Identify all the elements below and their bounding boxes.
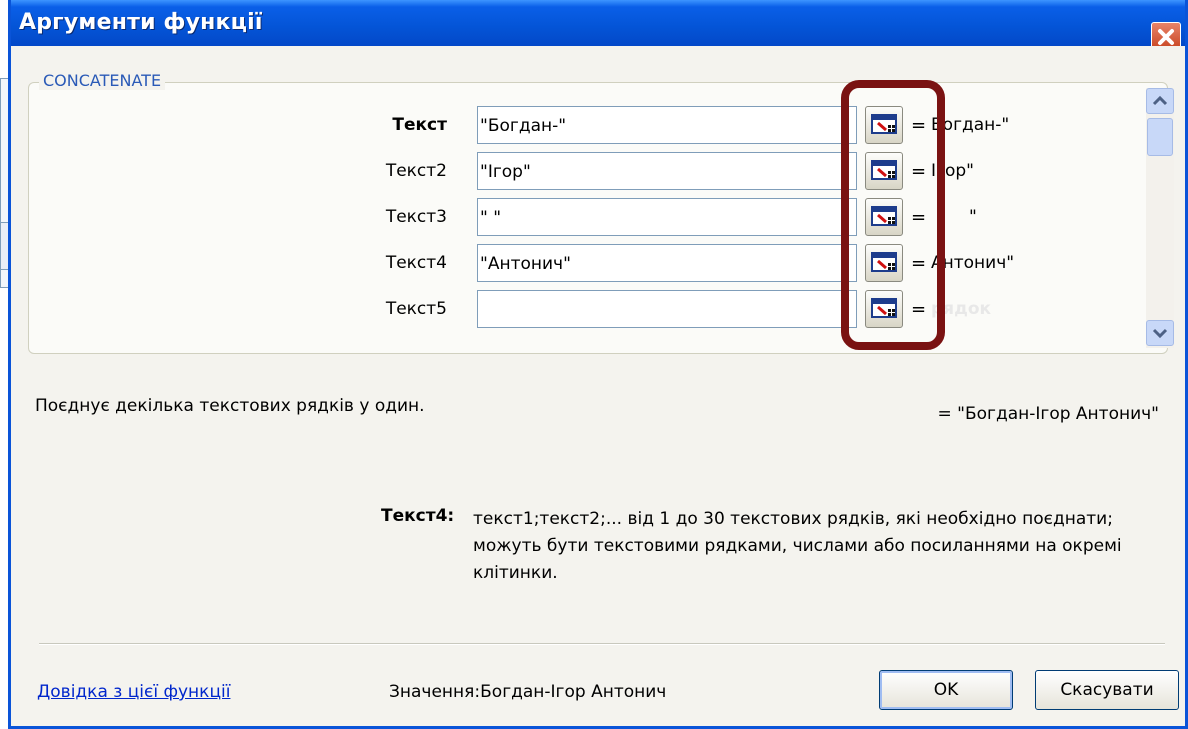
chevron-down-icon: [1152, 328, 1168, 339]
argument-row: Текст "Богдан-" = Богдан-": [29, 105, 1129, 145]
argument-input[interactable]: " ": [477, 198, 857, 236]
argument-label: Текст: [392, 115, 447, 135]
dialog-body: CONCATENATE Текст "Богдан-" = Богдан-" Т…: [11, 46, 1185, 726]
close-icon: [1158, 29, 1174, 45]
argument-row: Текст4 "Антонич" = Антонич": [29, 243, 1129, 283]
arguments-scrollbar[interactable]: [1146, 88, 1174, 348]
argument-help-text: текст1;текст2;... від 1 до 30 текстових …: [473, 509, 1122, 583]
argument-row: Текст5 = рядок: [29, 289, 1129, 329]
function-arguments-dialog: Аргументи функції CONCATENATE Текст "Бог…: [8, 0, 1188, 729]
value-text: Богдан-Ігор Антонич: [480, 682, 667, 702]
cancel-button[interactable]: Скасувати: [1035, 670, 1179, 710]
scroll-up-button[interactable]: [1146, 88, 1174, 114]
dialog-title: Аргументи функції: [19, 10, 263, 35]
argument-help-label: Текст4:: [381, 506, 455, 526]
ok-button[interactable]: OK: [879, 670, 1013, 710]
chevron-up-icon: [1152, 95, 1168, 106]
title-bar: Аргументи функції: [11, 0, 1185, 46]
value-label: Значення:: [389, 682, 481, 702]
value-line: Значення:Богдан-Ігор Антонич: [389, 682, 666, 702]
argument-input[interactable]: "Богдан-": [477, 106, 857, 144]
function-group: CONCATENATE Текст "Богдан-" = Богдан-" Т…: [28, 71, 1174, 354]
function-description: Поєднує декілька текстових рядків у один…: [35, 396, 425, 416]
argument-row: Текст2 "Ігор" = Ігор": [29, 151, 1129, 191]
scroll-down-button[interactable]: [1146, 320, 1174, 346]
argument-label: Текст5: [385, 299, 447, 319]
help-link[interactable]: Довідка з цієї функції: [37, 682, 230, 702]
formula-result: = "Богдан-Ігор Антонич": [937, 404, 1160, 424]
argument-label: Текст3: [385, 207, 447, 227]
highlight-annotation: [841, 80, 945, 350]
argument-label: Текст4: [385, 253, 447, 273]
argument-label: Текст2: [385, 161, 447, 181]
scroll-thumb[interactable]: [1147, 118, 1173, 156]
argument-input[interactable]: [477, 290, 857, 328]
argument-input[interactable]: "Антонич": [477, 244, 857, 282]
argument-result: ": [969, 207, 977, 227]
argument-row: Текст3 " " = ": [29, 197, 1129, 237]
divider: [39, 643, 1165, 645]
function-name-label: CONCATENATE: [39, 71, 166, 90]
argument-input[interactable]: "Ігор": [477, 152, 857, 190]
